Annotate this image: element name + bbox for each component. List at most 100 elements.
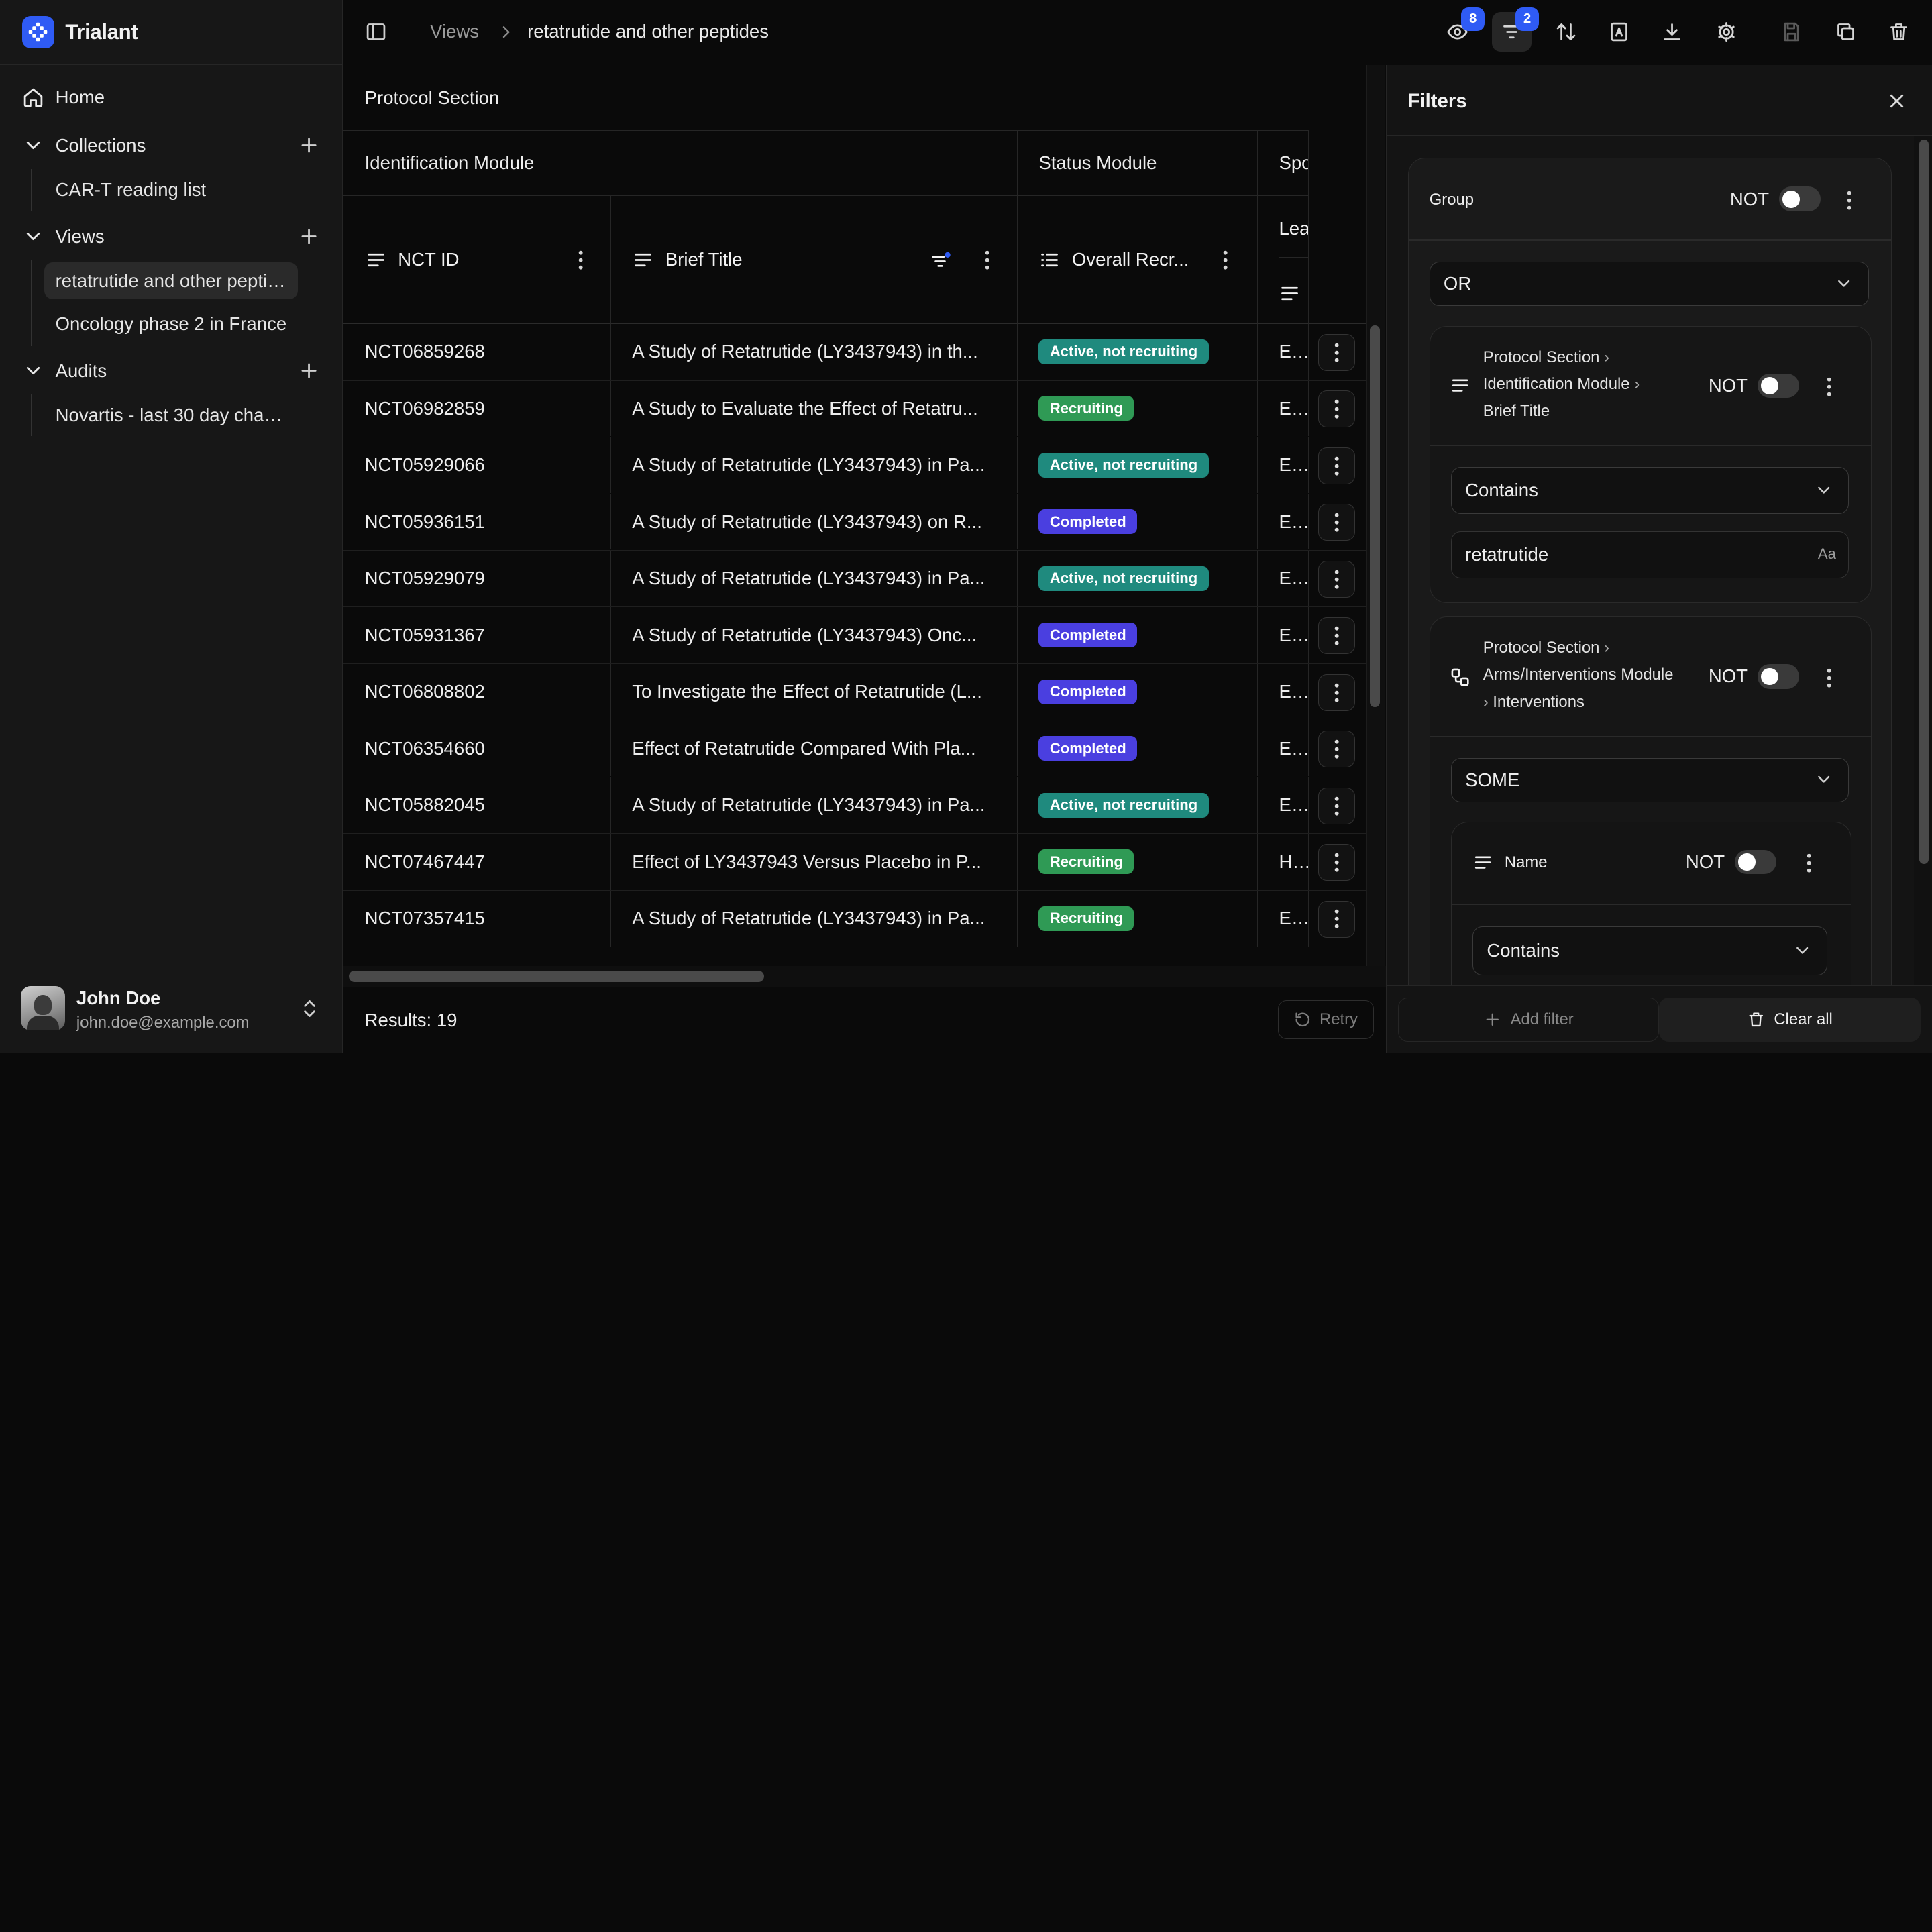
match-case-toggle[interactable]: Aa	[1818, 545, 1836, 563]
filter-menu-icon[interactable]	[1807, 853, 1811, 873]
list-icon	[1041, 253, 1059, 266]
add-collection-button[interactable]	[298, 134, 320, 156]
user-menu[interactable]: John Doe john.doe@example.com	[0, 965, 343, 1052]
table-row[interactable]: NCT06808802 To Investigate the Effect of …	[343, 663, 1366, 721]
chevron-down-icon	[1792, 941, 1812, 960]
download-button[interactable]	[1652, 12, 1692, 52]
group-not-toggle[interactable]: NOT	[1730, 186, 1821, 212]
toggle-switch[interactable]	[1757, 373, 1800, 398]
filter-menu-icon[interactable]	[1827, 377, 1831, 396]
table-row[interactable]: NCT05929079 A Study of Retatrutide (LY343…	[343, 551, 1366, 608]
table-row[interactable]: NCT07467447 Effect of LY3437943 Versus Pl…	[343, 834, 1366, 891]
table-row[interactable]: NCT07357415 A Study of Retatrutide (LY343…	[343, 890, 1366, 948]
avatar	[21, 986, 66, 1031]
table-row[interactable]: NCT05882045 A Study of Retatrutide (LY343…	[343, 777, 1366, 835]
kebab-icon	[1334, 456, 1339, 476]
table-row[interactable]: NCT06982859 A Study to Evaluate the Effec…	[343, 380, 1366, 438]
toggle-switch[interactable]	[1734, 849, 1777, 875]
filters-panel: Filters Group NOT OR Protocol Section ›	[1386, 65, 1932, 1053]
cell-sponsor: Huc	[1258, 834, 1309, 890]
filter-not-toggle[interactable]: NOT	[1709, 664, 1800, 689]
table-row[interactable]: NCT06354660 Effect of Retatrutide Compare…	[343, 720, 1366, 777]
row-menu-button[interactable]	[1318, 504, 1356, 541]
kebab-icon	[1334, 910, 1339, 929]
sidebar-item-car-t-reading-list[interactable]: CAR-T reading list	[44, 171, 298, 208]
add-audit-button[interactable]	[298, 360, 320, 382]
sidebar-section-audits[interactable]: Audits	[22, 360, 107, 382]
brand[interactable]: Trialant	[22, 15, 138, 48]
status-badge: Active, not recruiting	[1038, 792, 1209, 818]
column-header-lead-sponsor[interactable]: Lea	[1258, 196, 1309, 325]
retry-button[interactable]: Retry	[1277, 1000, 1374, 1040]
visibility-button[interactable]: 8	[1438, 7, 1485, 52]
cell-brief-title: Effect of LY3437943 Versus Placebo in P.…	[611, 834, 1018, 890]
sidebar-item-retatrutide-view[interactable]: retatrutide and other peptides	[44, 262, 299, 300]
filter-button[interactable]: 2	[1492, 7, 1540, 52]
close-filters-button[interactable]	[1886, 90, 1908, 112]
column-header-brief-title[interactable]: Brief Title	[611, 196, 1018, 325]
text-lines-icon	[367, 253, 384, 266]
user-email: john.doe@example.com	[76, 1013, 250, 1032]
settings-button[interactable]	[1707, 12, 1746, 52]
row-menu-button[interactable]	[1318, 731, 1356, 768]
row-menu-button[interactable]	[1318, 333, 1356, 371]
row-menu-button[interactable]	[1318, 900, 1356, 938]
add-filter-button[interactable]: Add filter	[1397, 997, 1660, 1042]
table-row[interactable]: NCT05936151 A Study of Retatrutide (LY343…	[343, 494, 1366, 551]
results-table: Protocol Section Identification Module S…	[343, 65, 1366, 987]
cell-nct-id: NCT05882045	[343, 777, 611, 833]
add-view-button[interactable]	[298, 225, 320, 248]
group-operator-select[interactable]: OR	[1429, 262, 1870, 307]
filter-quantifier-select[interactable]: SOME	[1450, 757, 1849, 802]
toggle-switch[interactable]	[1757, 664, 1800, 689]
cell-brief-title: A Study of Retatrutide (LY3437943) in Pa…	[611, 890, 1018, 947]
column-menu-icon[interactable]	[985, 250, 989, 270]
column-menu-icon[interactable]	[1223, 250, 1228, 270]
row-menu-button[interactable]	[1318, 617, 1356, 655]
filter-brief-title: Protocol Section › Identification Module…	[1429, 325, 1872, 604]
row-menu-button[interactable]	[1318, 390, 1356, 428]
plus-icon	[1486, 1013, 1499, 1026]
delete-button[interactable]	[1879, 12, 1919, 52]
save-button[interactable]	[1772, 12, 1811, 52]
filter-not-toggle[interactable]: NOT	[1709, 373, 1800, 398]
row-menu-button[interactable]	[1318, 447, 1356, 484]
toggle-switch[interactable]	[1778, 186, 1821, 212]
filter-value-input[interactable]: retatrutide Aa	[1450, 531, 1849, 578]
columns-button[interactable]	[1599, 12, 1639, 52]
active-filter-icon[interactable]	[929, 250, 951, 272]
filter-menu-icon[interactable]	[1827, 668, 1831, 688]
column-header-nct-id[interactable]: NCT ID	[343, 196, 611, 325]
column-menu-icon[interactable]	[578, 250, 583, 270]
table-row[interactable]: NCT05929066 A Study of Retatrutide (LY343…	[343, 437, 1366, 494]
breadcrumb-views[interactable]: Views	[430, 21, 479, 42]
filter-count-badge: 2	[1515, 7, 1540, 31]
duplicate-button[interactable]	[1826, 12, 1866, 52]
horizontal-scrollbar-thumb[interactable]	[348, 971, 764, 982]
vertical-scrollbar-thumb[interactable]	[1370, 325, 1381, 708]
sidebar-section-collections[interactable]: Collections	[22, 134, 146, 156]
cell-nct-id: NCT06354660	[343, 720, 611, 777]
sidebar-item-novartis-audit[interactable]: Novartis - last 30 day changes	[44, 396, 298, 433]
sidebar-section-views[interactable]: Views	[22, 225, 105, 248]
cell-nct-id: NCT05929066	[343, 437, 611, 493]
row-menu-button[interactable]	[1318, 560, 1356, 598]
filter-mode-select[interactable]: Contains	[1472, 926, 1828, 975]
table-row[interactable]: NCT05931367 A Study of Retatrutide (LY343…	[343, 607, 1366, 664]
plus-icon	[301, 363, 317, 378]
row-menu-button[interactable]	[1318, 844, 1356, 881]
column-header-overall-recruitment[interactable]: Overall Recr...	[1018, 196, 1258, 325]
table-footer: Results: 19 Retry	[343, 987, 1387, 1053]
filters-scrollbar-thumb[interactable]	[1919, 139, 1929, 864]
filter-mode-select[interactable]: Contains	[1450, 467, 1849, 515]
row-menu-button[interactable]	[1318, 674, 1356, 711]
table-row[interactable]: NCT06859268 A Study of Retatrutide (LY343…	[343, 324, 1366, 381]
row-menu-button[interactable]	[1318, 787, 1356, 824]
sort-button[interactable]	[1546, 12, 1586, 52]
group-menu-icon[interactable]	[1847, 191, 1851, 210]
sidebar-item-oncology-view[interactable]: Oncology phase 2 in France	[44, 306, 298, 343]
toggle-sidebar-button[interactable]	[365, 21, 387, 43]
sidebar-item-home[interactable]: Home	[22, 87, 105, 109]
clear-all-button[interactable]: Clear all	[1659, 997, 1921, 1042]
filter-not-toggle[interactable]: NOT	[1686, 849, 1777, 875]
